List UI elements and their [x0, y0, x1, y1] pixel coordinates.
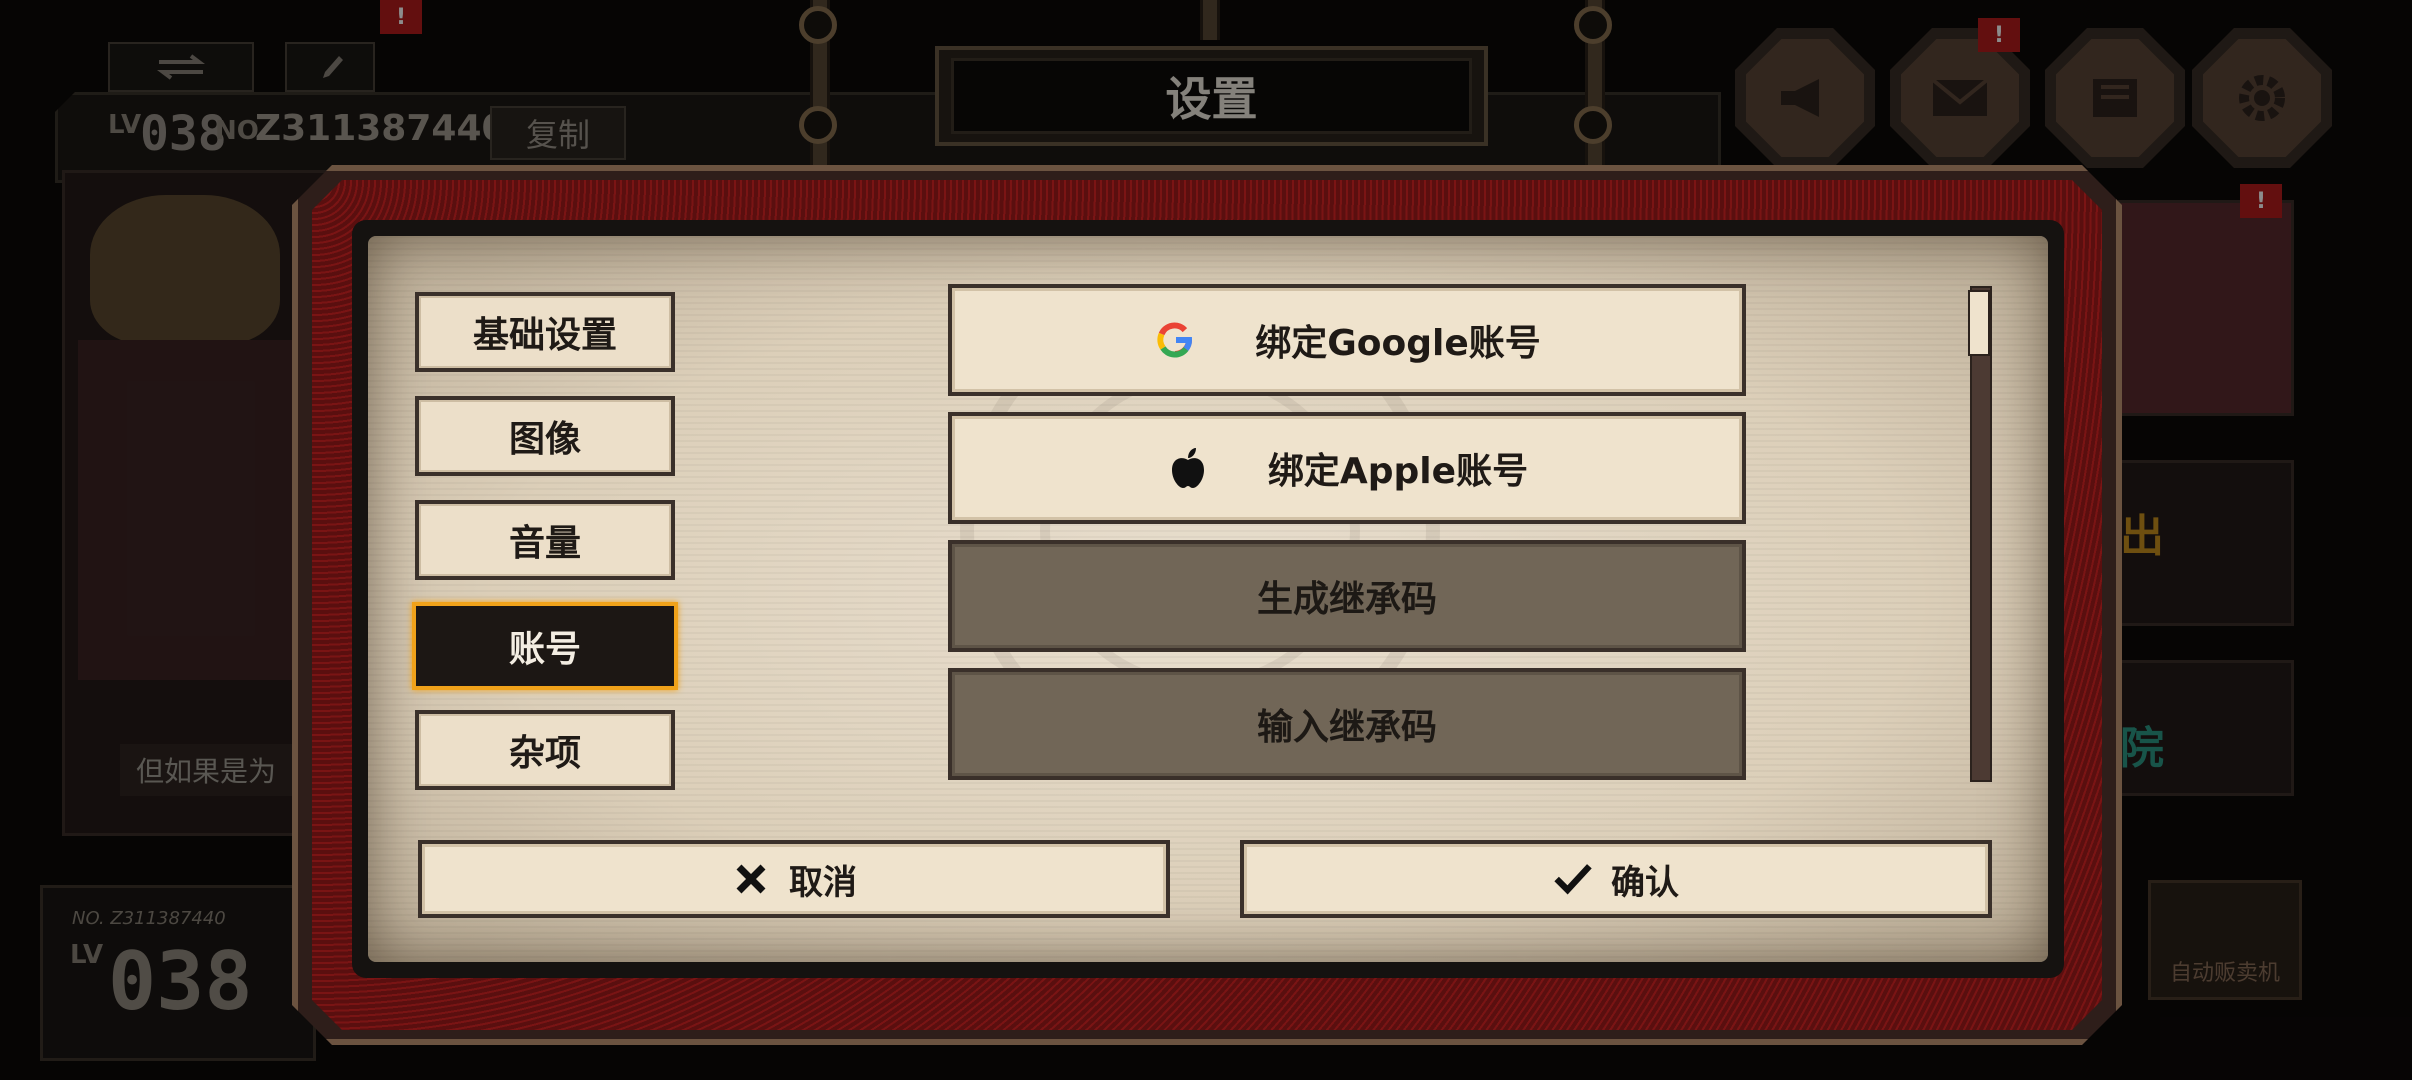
mail-alert-badge: ! [1978, 18, 2020, 52]
event-card-glyph: 出 [2120, 511, 2164, 562]
generate-transfer-code-button[interactable]: 生成继承码 [948, 540, 1746, 652]
bind-google-label: 绑定Google账号 [1255, 323, 1541, 364]
mail-icon [1931, 78, 1989, 116]
book-icon [2093, 79, 2137, 117]
alert-badge: ! [380, 0, 422, 34]
cancel-button[interactable]: 取消 [418, 840, 1170, 918]
megaphone-icon [1781, 79, 1819, 117]
tab-basic-settings[interactable]: 基础设置 [415, 292, 675, 372]
level-label: LV [108, 110, 142, 140]
character-portrait [78, 340, 298, 680]
announcement-button[interactable] [1735, 28, 1875, 168]
tab-volume[interactable]: 音量 [415, 500, 675, 580]
settings-button[interactable] [2192, 28, 2332, 168]
tab-graphics[interactable]: 图像 [415, 396, 675, 476]
character-portrait [90, 195, 280, 345]
archive-button[interactable] [2045, 28, 2185, 168]
event-card-glyph: 院 [2120, 723, 2164, 774]
player-id: Z311387440 [255, 108, 507, 149]
page-title: 设置 [951, 58, 1472, 134]
dialogue-caption: 但如果是为 [120, 744, 320, 796]
event-banner[interactable] [2118, 200, 2294, 416]
check-icon [1553, 859, 1593, 899]
bind-google-button[interactable]: 绑定Google账号 [948, 284, 1746, 396]
swap-button[interactable] [108, 42, 254, 92]
bind-apple-label: 绑定Apple账号 [1267, 451, 1529, 492]
tab-misc[interactable]: 杂项 [415, 710, 675, 790]
enter-transfer-code-button[interactable]: 输入继承码 [948, 668, 1746, 780]
pillar-ring [1574, 6, 1612, 44]
level-card-label: LV [70, 940, 104, 970]
options-scrollbar[interactable] [1970, 286, 1992, 782]
level-value: 038 [140, 106, 227, 162]
bind-apple-button[interactable]: 绑定Apple账号 [948, 412, 1746, 524]
apple-icon [1166, 446, 1210, 490]
pillar-ring [1574, 106, 1612, 144]
level-card-id: NO. Z311387440 [72, 908, 226, 929]
vending-machine-button[interactable]: 自动贩卖机 [2148, 880, 2302, 1000]
brush-icon [323, 56, 343, 78]
scrollbar-thumb[interactable] [1968, 290, 1990, 356]
close-icon [731, 859, 771, 899]
edit-button[interactable] [285, 42, 375, 92]
tab-account[interactable]: 账号 [412, 602, 678, 690]
confirm-button[interactable]: 确认 [1240, 840, 1992, 918]
settings-title-plate: 设置 [935, 46, 1488, 146]
pillar-ring [799, 106, 837, 144]
event-alert-badge: ! [2240, 184, 2282, 218]
level-card-value: 038 [108, 935, 253, 1028]
pillar-center [1200, 0, 1220, 40]
confirm-label: 确认 [1611, 862, 1679, 903]
copy-id-button[interactable]: 复制 [490, 106, 626, 160]
pillar-ring [799, 6, 837, 44]
swap-icon [157, 54, 205, 80]
cancel-label: 取消 [789, 862, 857, 903]
gear-icon [2239, 75, 2285, 121]
google-icon [1153, 318, 1197, 362]
